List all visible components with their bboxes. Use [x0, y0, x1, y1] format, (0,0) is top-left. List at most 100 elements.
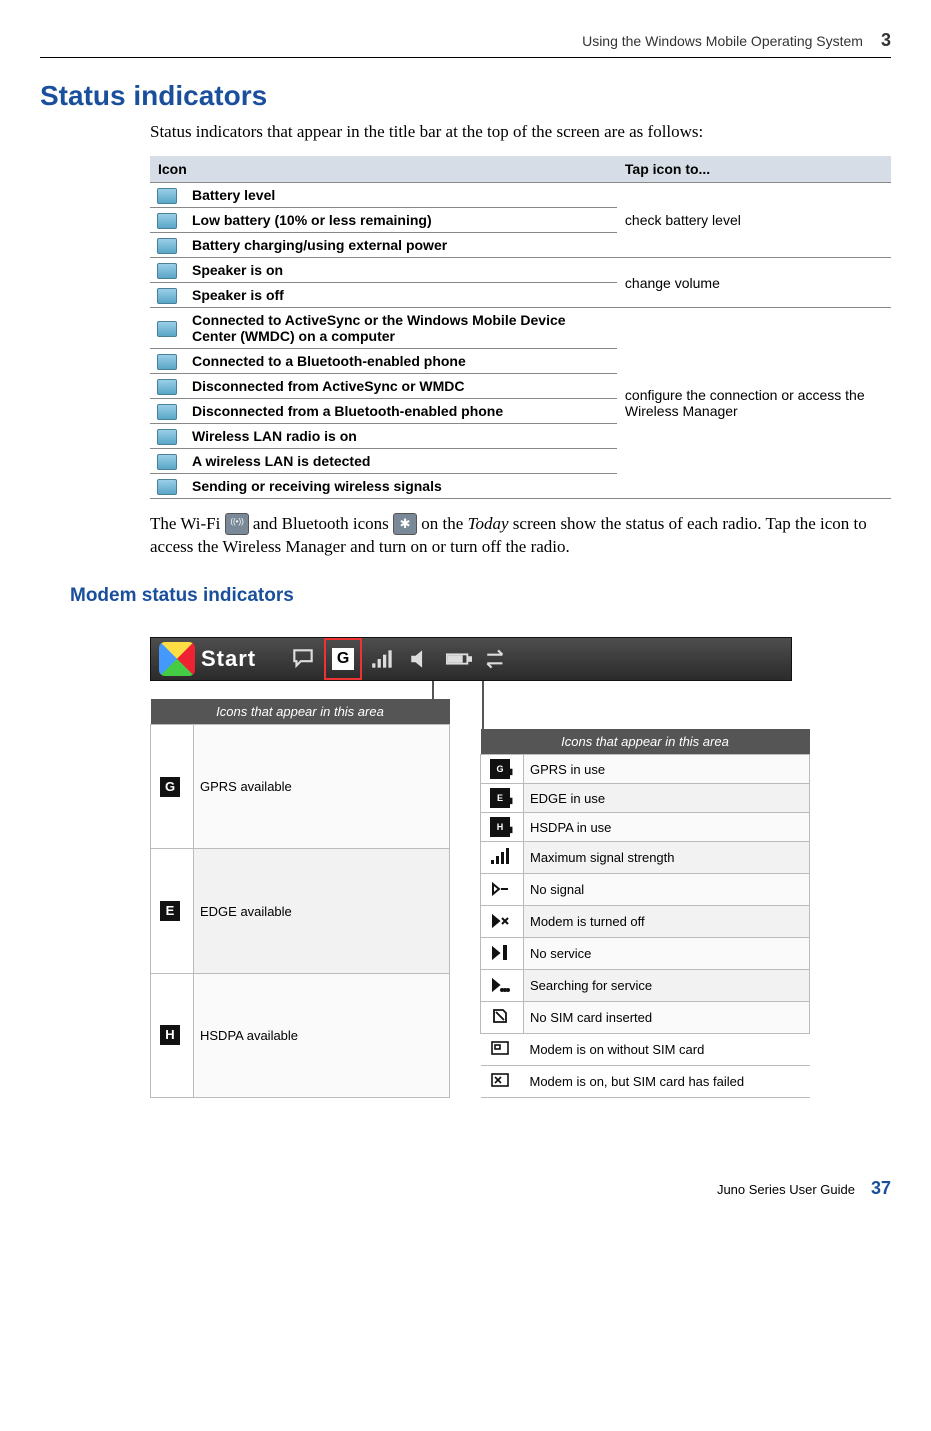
status-icon [150, 424, 184, 449]
modem-icon: G [151, 725, 194, 849]
table-row: HHSDPA available [151, 973, 450, 1097]
chapter-title: Using the Windows Mobile Operating Syste… [582, 33, 863, 49]
status-label: Sending or receiving wireless signals [184, 474, 617, 499]
modem-label: Modem is turned off [524, 906, 810, 938]
status-icon [150, 399, 184, 424]
footer-guide: Juno Series User Guide [717, 1182, 855, 1197]
table-row: G▮▮GPRS in use [481, 755, 810, 784]
table-row: Modem is on, but SIM card has failed [481, 1066, 810, 1098]
subsection-title: Modem status indicators [70, 585, 891, 607]
table-row: No signal [481, 874, 810, 906]
status-action: check battery level [617, 183, 891, 258]
status-label: A wireless LAN is detected [184, 449, 617, 474]
modem-label: GPRS available [194, 725, 450, 849]
page-header: Using the Windows Mobile Operating Syste… [40, 30, 891, 58]
status-icon [150, 183, 184, 208]
modem-label: GPRS in use [524, 755, 810, 784]
table-row: Speaker is onchange volume [150, 258, 891, 283]
modem-label: Modem is on without SIM card [524, 1034, 810, 1066]
status-action: configure the connection or access the W… [617, 308, 891, 499]
status-icon [150, 349, 184, 374]
status-label: Connected to ActiveSync or the Windows M… [184, 308, 617, 349]
status-label: Battery level [184, 183, 617, 208]
section-lead: Status indicators that appear in the tit… [150, 122, 891, 142]
status-icon [150, 474, 184, 499]
start-label: Start [201, 646, 284, 672]
wifi-icon [225, 513, 249, 535]
modem-icon [481, 1066, 524, 1098]
status-label: Disconnected from ActiveSync or WMDC [184, 374, 617, 399]
status-label: Low battery (10% or less remaining) [184, 208, 617, 233]
modem-icon: H [151, 973, 194, 1097]
modem-label: EDGE available [194, 849, 450, 973]
modem-label: No service [524, 938, 810, 970]
after-table-paragraph: The Wi-Fi and Bluetooth icons on the Tod… [150, 513, 891, 559]
table-row: Modem is turned off [481, 906, 810, 938]
modem-label: Maximum signal strength [524, 842, 810, 874]
section-title: Status indicators [40, 80, 891, 112]
speaker-icon [402, 638, 440, 680]
table-row: No service [481, 938, 810, 970]
status-icon [150, 258, 184, 283]
status-icon [150, 233, 184, 258]
modem-icon: E [151, 849, 194, 973]
status-label: Disconnected from a Bluetooth-enabled ph… [184, 399, 617, 424]
table-row: Searching for service [481, 970, 810, 1002]
table-row: No SIM card inserted [481, 1002, 810, 1034]
modem-icon [481, 874, 524, 906]
modem-label: HSDPA available [194, 973, 450, 1097]
modem-icon: G▮▮ [481, 755, 524, 784]
col-action: Tap icon to... [617, 156, 891, 183]
status-indicator-table: Icon Tap icon to... Battery levelcheck b… [150, 156, 891, 499]
modem-label: No signal [524, 874, 810, 906]
status-icon [150, 208, 184, 233]
modem-label: HSDPA in use [524, 813, 810, 842]
modem-icon [481, 906, 524, 938]
status-label: Speaker is on [184, 258, 617, 283]
status-label: Connected to a Bluetooth-enabled phone [184, 349, 617, 374]
modem-label: EDGE in use [524, 784, 810, 813]
table-row: Battery levelcheck battery level [150, 183, 891, 208]
modem-icon [481, 970, 524, 1002]
status-icon [150, 374, 184, 399]
status-label: Wireless LAN radio is on [184, 424, 617, 449]
status-label: Speaker is off [184, 283, 617, 308]
table-row: H▮▮HSDPA in use [481, 813, 810, 842]
start-bar: Start G [150, 637, 792, 681]
modem-label: No SIM card inserted [524, 1002, 810, 1034]
modem-icon: H▮▮ [481, 813, 524, 842]
battery-icon [440, 638, 478, 680]
modem-left-table: Icons that appear in this area GGPRS ava… [150, 699, 450, 1098]
status-icon [150, 449, 184, 474]
modem-icon: E▮▮ [481, 784, 524, 813]
table-row: Maximum signal strength [481, 842, 810, 874]
status-icon [150, 283, 184, 308]
modem-icon [481, 842, 524, 874]
status-icon [150, 308, 184, 349]
windows-flag-icon [159, 642, 195, 676]
modem-icon [481, 938, 524, 970]
table-row: EEDGE available [151, 849, 450, 973]
chapter-number: 3 [881, 30, 891, 51]
status-action: change volume [617, 258, 891, 308]
notification-icon [284, 638, 322, 680]
page-footer: Juno Series User Guide 37 [40, 1178, 891, 1199]
table-row: Modem is on without SIM card [481, 1034, 810, 1066]
modem-label: Searching for service [524, 970, 810, 1002]
connectivity-icon [478, 638, 516, 680]
status-label: Battery charging/using external power [184, 233, 617, 258]
table-row: Connected to ActiveSync or the Windows M… [150, 308, 891, 349]
modem-label: Modem is on, but SIM card has failed [524, 1066, 810, 1098]
table-row: GGPRS available [151, 725, 450, 849]
bluetooth-icon [393, 513, 417, 535]
modem-figure: Start G Icons that appear in [150, 637, 891, 1098]
modem-icon [481, 1002, 524, 1034]
right-table-header: Icons that appear in this area [481, 729, 810, 755]
signal-icon [364, 638, 402, 680]
modem-right-table: Icons that appear in this area G▮▮GPRS i… [480, 729, 810, 1098]
footer-page-number: 37 [871, 1178, 891, 1199]
table-row: E▮▮EDGE in use [481, 784, 810, 813]
modem-icon [481, 1034, 524, 1066]
col-icon: Icon [150, 156, 617, 183]
g-indicator-icon: G [324, 638, 362, 680]
